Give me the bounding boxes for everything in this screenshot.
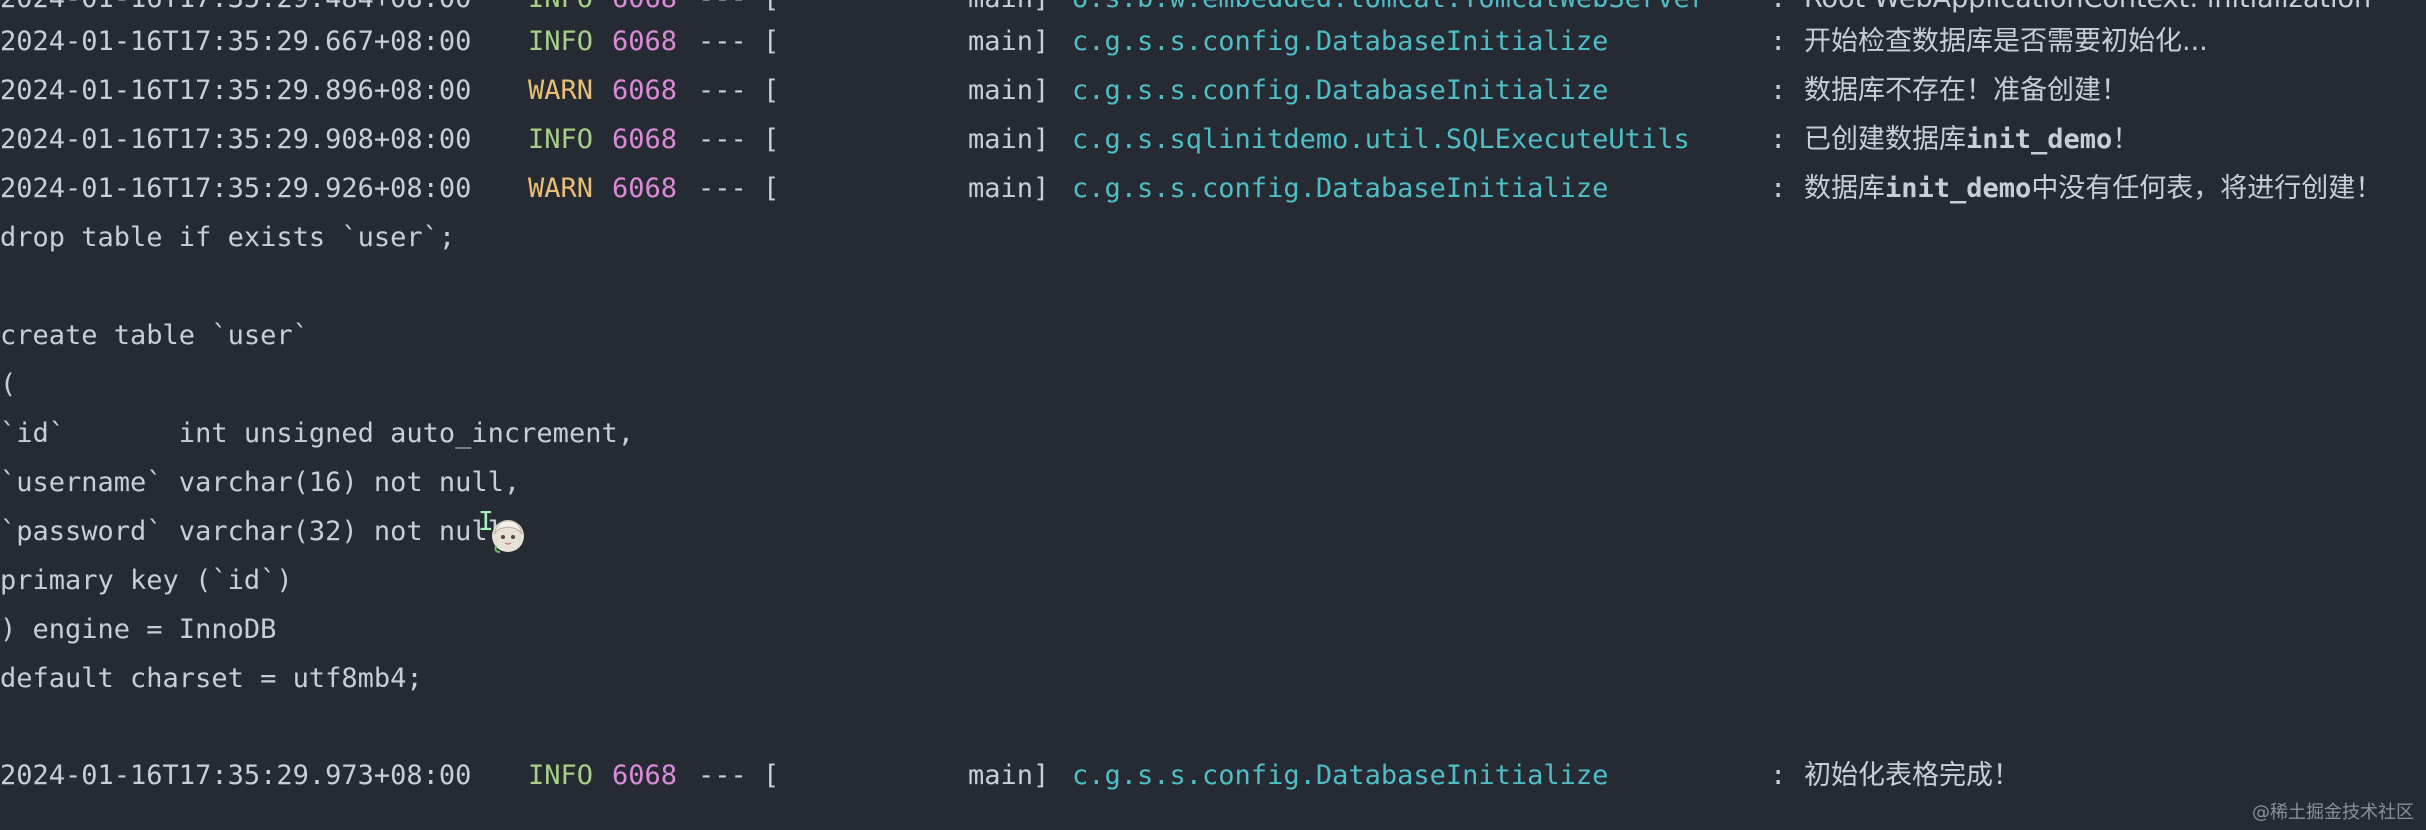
log-line: 2024-01-16T17:35:29.667+08:00 INFO 6068 … xyxy=(0,17,2208,66)
sql-text: ( xyxy=(0,369,17,400)
log-separator: --- [ xyxy=(698,75,780,106)
log-message-text: ！ xyxy=(2112,124,2140,155)
log-message: 开始检查数据库是否需要初始化... xyxy=(1804,26,2208,57)
log-message: 数据库init_demo中没有任何表，将进行创建！ xyxy=(1804,164,2382,213)
log-line: 2024-01-16T17:35:29.973+08:00 INFO 6068 … xyxy=(0,751,2020,800)
log-thread: main] xyxy=(968,75,1050,106)
log-separator: --- [ xyxy=(698,173,780,204)
log-timestamp: 2024-01-16T17:35:29.908+08:00 xyxy=(0,124,472,155)
log-logger: c.g.s.s.config.DatabaseInitialize xyxy=(1072,26,1609,57)
log-colon: : xyxy=(1770,173,1787,204)
log-level: INFO xyxy=(528,26,594,57)
log-line: 2024-01-16T17:35:29.908+08:00 INFO 6068 … xyxy=(0,115,2139,164)
log-level: INFO xyxy=(528,124,594,155)
log-logger: c.g.s.sqlinitdemo.util.SQLExecuteUtils xyxy=(1072,124,1690,155)
log-separator: --- [ xyxy=(698,124,780,155)
database-name: init_demo xyxy=(1885,173,2032,204)
log-colon: : xyxy=(1770,26,1787,57)
log-pid: 6068 xyxy=(612,75,678,106)
log-separator: --- [ xyxy=(698,26,780,57)
log-message-text: 数据库 xyxy=(1804,173,1885,204)
log-line: 2024-01-16T17:35:29.926+08:00 WARN 6068 … xyxy=(0,164,2382,213)
anime-avatar-icon xyxy=(492,520,524,553)
log-colon: : xyxy=(1770,760,1787,791)
log-timestamp: 2024-01-16T17:35:29.973+08:00 xyxy=(0,760,472,791)
database-name: init_demo xyxy=(1966,124,2113,155)
log-logger: c.g.s.s.config.DatabaseInitialize xyxy=(1072,173,1609,204)
log-level: INFO xyxy=(528,760,594,791)
sql-text: `id` int unsigned auto_increment, xyxy=(0,418,634,449)
log-thread: main] xyxy=(968,173,1050,204)
log-message: 数据库不存在！准备创建！ xyxy=(1804,75,2128,106)
log-line: 2024-01-16T17:35:29.896+08:00 WARN 6068 … xyxy=(0,66,2128,115)
sql-text: primary key (`id`) xyxy=(0,565,293,596)
log-separator: --- [ xyxy=(698,760,780,791)
log-level: WARN xyxy=(528,75,594,106)
log-level: WARN xyxy=(528,173,594,204)
log-logger: c.g.s.s.config.DatabaseInitialize xyxy=(1072,75,1609,106)
log-colon: : xyxy=(1770,124,1787,155)
log-timestamp: 2024-01-16T17:35:29.667+08:00 xyxy=(0,26,472,57)
log-message-text: 中没有任何表，将进行创建！ xyxy=(2031,173,2383,204)
log-colon: : xyxy=(1770,75,1787,106)
log-thread: main] xyxy=(968,124,1050,155)
log-logger: c.g.s.s.config.DatabaseInitialize xyxy=(1072,760,1609,791)
sql-text: drop table if exists `user`; xyxy=(0,222,456,253)
sql-text: ) engine = InnoDB xyxy=(0,614,277,645)
watermark: @稀土掘金技术社区 xyxy=(2252,802,2414,823)
i-beam-cursor-icon: I xyxy=(478,507,494,537)
log-pid: 6068 xyxy=(612,26,678,57)
sql-text: `username` varchar(16) not null, xyxy=(0,467,521,498)
sql-text: create table `user` xyxy=(0,320,309,351)
sql-text: `password` varchar(32) not null, xyxy=(0,516,521,547)
log-pid: 6068 xyxy=(612,124,678,155)
log-message-text: 已创建数据库 xyxy=(1804,124,1966,155)
log-message: 初始化表格完成！ xyxy=(1804,760,2020,791)
log-timestamp: 2024-01-16T17:35:29.896+08:00 xyxy=(0,75,472,106)
log-pid: 6068 xyxy=(612,760,678,791)
sql-text: default charset = utf8mb4; xyxy=(0,663,423,694)
log-thread: main] xyxy=(968,26,1050,57)
log-message: 已创建数据库init_demo！ xyxy=(1804,115,2139,164)
terminal-window[interactable]: 2024-01-16T17:35:29.484+08:00 INFO 6068 … xyxy=(0,0,2426,830)
log-pid: 6068 xyxy=(612,173,678,204)
log-thread: main] xyxy=(968,760,1050,791)
log-timestamp: 2024-01-16T17:35:29.926+08:00 xyxy=(0,173,472,204)
